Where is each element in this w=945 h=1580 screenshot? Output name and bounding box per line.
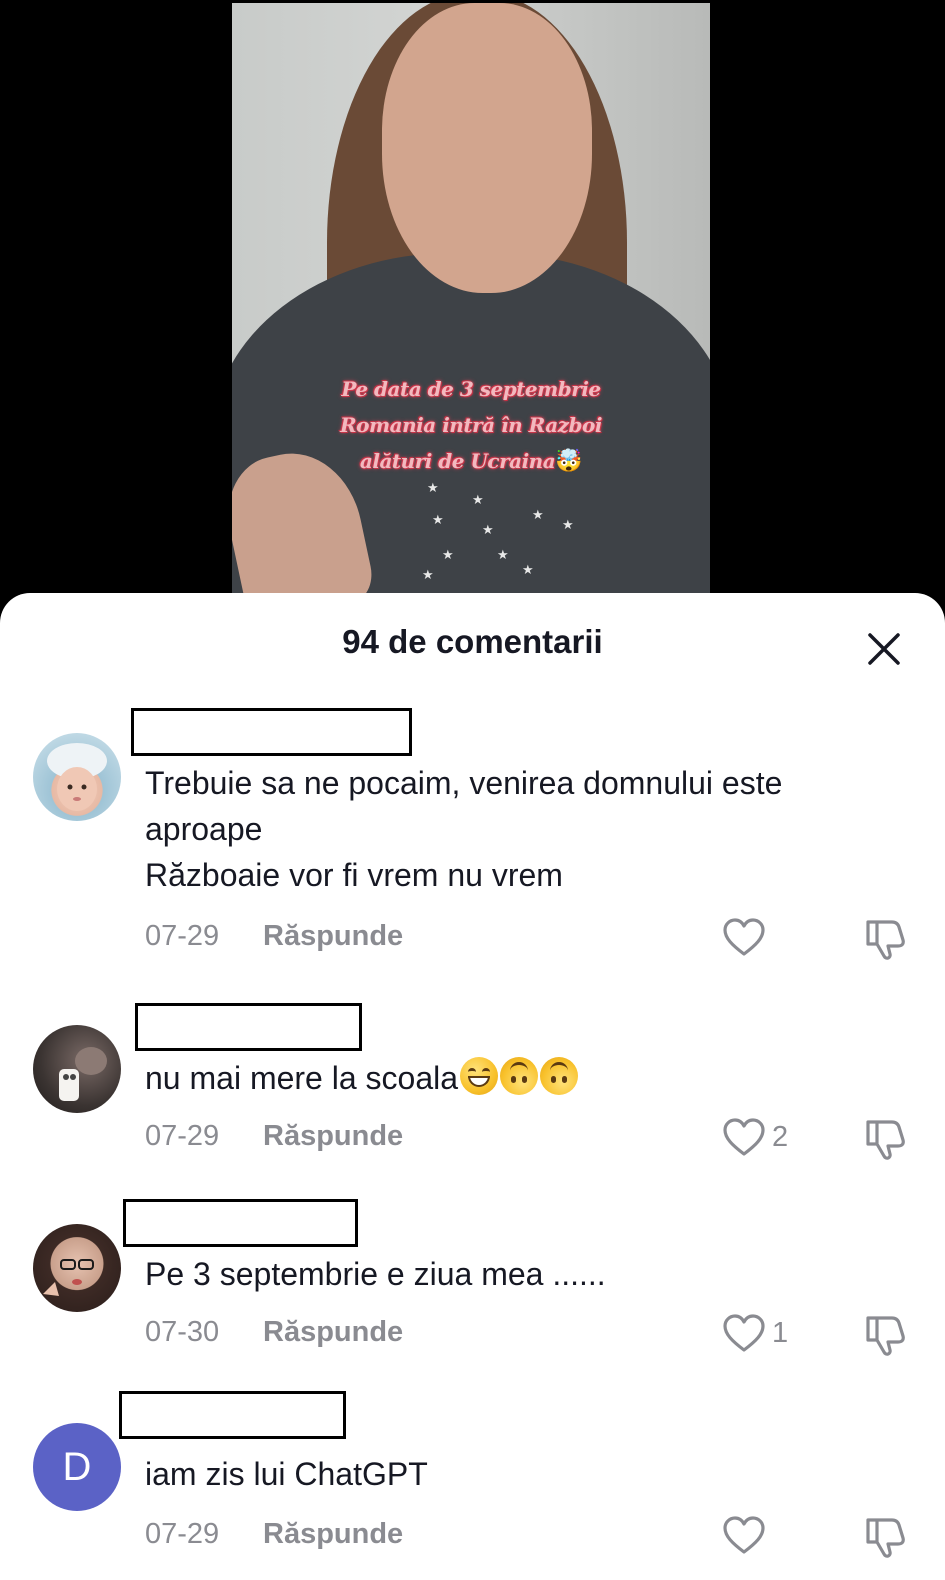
comment-meta: 07-30 Răspunde [145, 1316, 403, 1349]
shirt-star-icon: ★ [432, 513, 444, 528]
exploding-head-emoji: 🤯 [555, 449, 583, 474]
dislike-icon[interactable] [862, 1514, 908, 1558]
video-player[interactable]: ★ ★ ★ ★ ★ ★ ★ ★ ★ ★ Pe data de 3 septemb… [0, 0, 945, 600]
comment-date: 07-29 [145, 1120, 220, 1152]
like-count: 1 [772, 1317, 789, 1349]
shirt-star-icon: ★ [482, 523, 494, 538]
comment-text: iam zis lui ChatGPT [145, 1456, 428, 1492]
comment-meta: 07-29 Răspunde [145, 1518, 403, 1551]
heart-icon[interactable] [722, 1314, 766, 1354]
redacted-username[interactable] [119, 1391, 346, 1439]
grinning-face-emoji [460, 1057, 499, 1095]
dislike-icon[interactable] [862, 1116, 908, 1160]
redacted-username[interactable] [131, 708, 412, 756]
comment-meta: 07-29 Răspunde [145, 920, 403, 953]
comment-text: nu mai mere la scoala [145, 1055, 905, 1101]
caption-line-1: Pe data de 3 septembrie [341, 377, 601, 401]
redacted-username[interactable] [135, 1003, 362, 1051]
avatar[interactable] [33, 1224, 121, 1312]
reply-button[interactable]: Răspunde [263, 1316, 403, 1348]
video-frame[interactable]: ★ ★ ★ ★ ★ ★ ★ ★ ★ ★ Pe data de 3 septemb… [232, 3, 710, 600]
comment-text: Trebuie sa ne pocaim, venirea domnului e… [145, 765, 783, 893]
shirt-star-icon: ★ [422, 568, 434, 583]
avatar[interactable] [33, 1025, 121, 1113]
shirt-star-icon: ★ [472, 493, 484, 508]
avatar[interactable] [33, 733, 121, 821]
upside-down-face-emoji [540, 1057, 579, 1095]
avatar[interactable]: D [33, 1423, 121, 1511]
comment-date: 07-30 [145, 1316, 220, 1348]
upside-down-face-emoji [500, 1057, 539, 1095]
video-caption: Pe data de 3 septembrie Romania intră în… [292, 371, 650, 480]
shirt-star-icon: ★ [532, 508, 544, 523]
comment-date: 07-29 [145, 920, 220, 952]
heart-icon[interactable] [722, 1516, 766, 1556]
comment-meta: 07-29 Răspunde [145, 1120, 403, 1153]
comments-sheet: 94 de comentarii Trebuie sa ne pocaim, v… [0, 593, 945, 1580]
dislike-icon[interactable] [862, 1312, 908, 1356]
comments-count-title: 94 de comentarii [342, 623, 603, 660]
redacted-username[interactable] [123, 1199, 358, 1247]
close-icon[interactable] [862, 627, 906, 671]
reply-button[interactable]: Răspunde [263, 1120, 403, 1152]
caption-line-2: Romania intră în Razboi [340, 413, 602, 437]
reply-button[interactable]: Răspunde [263, 920, 403, 952]
shirt-star-icon: ★ [522, 563, 534, 578]
caption-line-3: alături de Ucraina🤯 [359, 449, 583, 474]
video-person-face [382, 3, 592, 293]
comment-date: 07-29 [145, 1518, 220, 1550]
dislike-icon[interactable] [862, 916, 908, 960]
comment-text: Pe 3 septembrie e ziua mea ...... [145, 1256, 606, 1292]
shirt-star-icon: ★ [442, 548, 454, 563]
heart-icon[interactable] [722, 918, 766, 958]
heart-icon[interactable] [722, 1118, 766, 1158]
reply-button[interactable]: Răspunde [263, 1518, 403, 1550]
shirt-star-icon: ★ [562, 518, 574, 533]
shirt-star-icon: ★ [427, 481, 439, 496]
shirt-star-icon: ★ [497, 548, 509, 563]
like-count: 2 [772, 1121, 789, 1153]
